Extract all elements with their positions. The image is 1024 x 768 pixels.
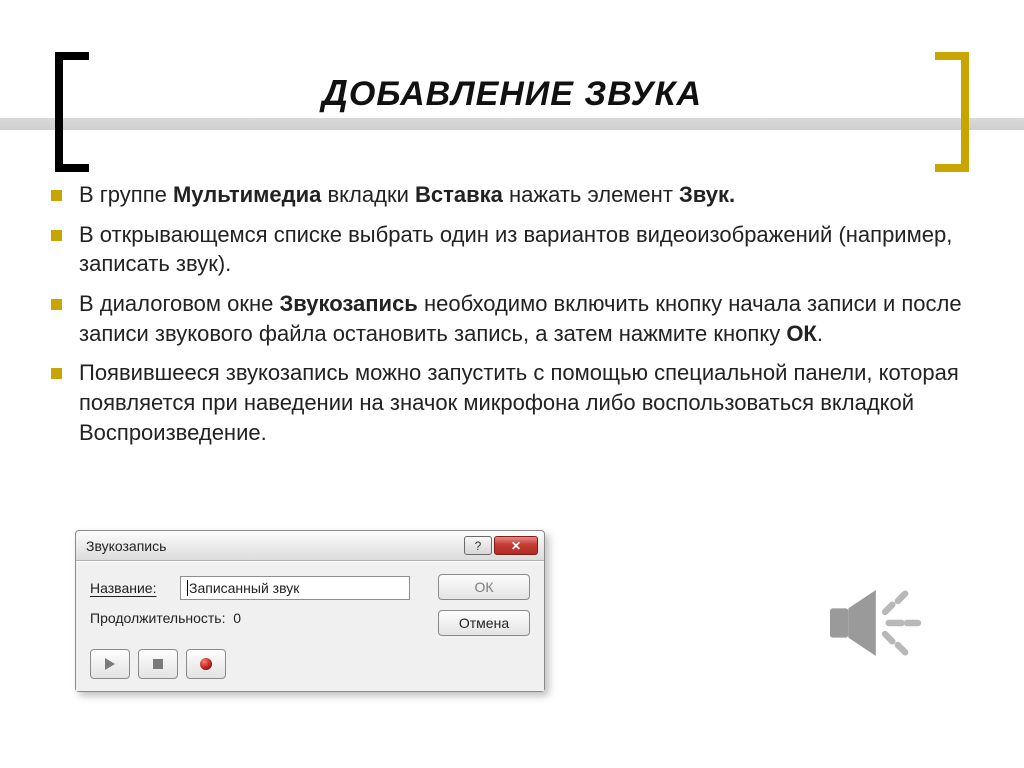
- stop-icon: [152, 658, 164, 670]
- horizontal-rule: [0, 118, 1024, 130]
- close-icon: ✕: [511, 539, 521, 553]
- bullet-item: В группе Мультимедиа вкладки Вставка наж…: [45, 180, 979, 210]
- name-label: Название:: [90, 580, 180, 596]
- title-firstletter: Д: [322, 72, 349, 113]
- dialog-titlebar[interactable]: Звукозапись ? ✕: [76, 531, 544, 561]
- help-icon: ?: [475, 539, 482, 553]
- transport-controls: [90, 649, 226, 679]
- title-rest: ОБАВЛЕНИЕ ЗВУКА: [349, 75, 702, 113]
- duration-value: 0: [233, 610, 241, 626]
- sound-record-dialog-screenshot: Звукозапись ? ✕ Название: Записанный зву…: [75, 530, 545, 692]
- bullet-list: В группе Мультимедиа вкладки Вставка наж…: [45, 180, 979, 448]
- help-button[interactable]: ?: [464, 536, 492, 555]
- title-area: ДОБАВЛЕНИЕ ЗВУКА: [0, 0, 1024, 170]
- sound-record-dialog: Звукозапись ? ✕ Название: Записанный зву…: [75, 530, 545, 692]
- page-title: ДОБАВЛЕНИЕ ЗВУКА: [0, 72, 1024, 114]
- dialog-body: Название: Записанный звук Продолжительно…: [76, 561, 544, 691]
- bullet-item: Появившееся звукозапись можно запустить …: [45, 358, 979, 447]
- ok-button[interactable]: ОК: [438, 574, 530, 600]
- bullet-item: В открывающемся списке выбрать один из в…: [45, 220, 979, 279]
- text-cursor-icon: [187, 580, 188, 596]
- speaker-icon: [819, 568, 929, 678]
- record-button[interactable]: [186, 649, 226, 679]
- content: В группе Мультимедиа вкладки Вставка наж…: [0, 170, 1024, 448]
- cancel-button[interactable]: Отмена: [438, 610, 530, 636]
- dialog-caption: Звукозапись: [86, 538, 462, 554]
- record-icon: [200, 658, 212, 670]
- name-input[interactable]: Записанный звук: [180, 576, 410, 600]
- stop-button[interactable]: [138, 649, 178, 679]
- duration-label: Продолжительность:: [90, 610, 225, 626]
- bullet-item: В диалоговом окне Звукозапись необходимо…: [45, 289, 979, 348]
- play-icon: [104, 658, 116, 670]
- play-button[interactable]: [90, 649, 130, 679]
- close-button[interactable]: ✕: [494, 536, 538, 555]
